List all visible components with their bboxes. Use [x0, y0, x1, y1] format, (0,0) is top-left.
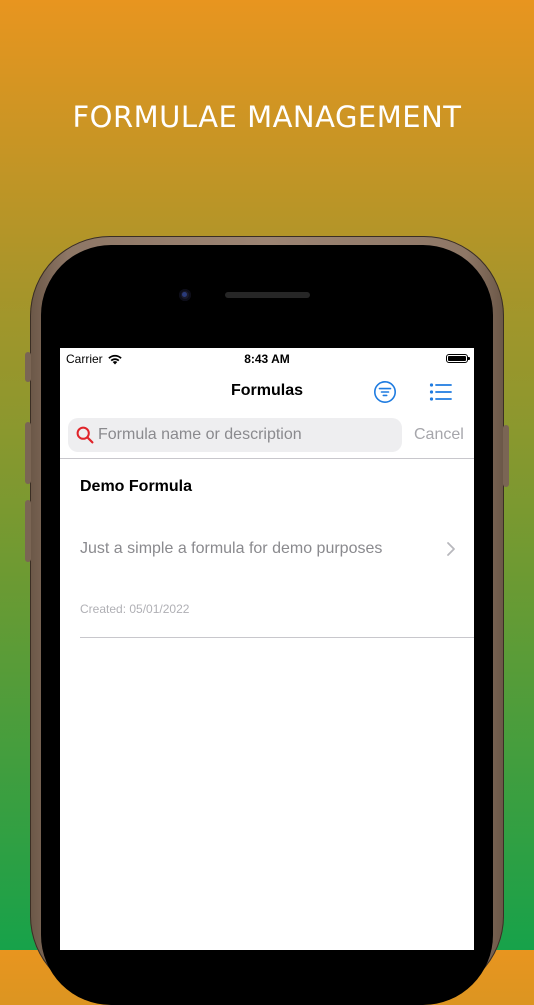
list-view-button[interactable] [428, 379, 454, 405]
mute-switch [25, 352, 31, 382]
front-camera [179, 289, 191, 301]
filter-button[interactable] [372, 379, 398, 405]
chevron-right-icon [447, 542, 455, 556]
list-item[interactable]: Demo Formula Just a simple a formula for… [80, 458, 474, 638]
promo-headline: FORMULAE MANAGEMENT [72, 100, 462, 134]
status-time: 8:43 AM [244, 352, 290, 366]
power-button [503, 425, 509, 487]
volume-down-button [25, 500, 31, 562]
battery-icon [446, 354, 470, 363]
search-field[interactable] [68, 418, 402, 452]
search-icon [76, 426, 94, 444]
volume-up-button [25, 422, 31, 484]
list-bullet-icon [429, 383, 452, 401]
formula-description: Just a simple a formula for demo purpose… [80, 540, 383, 557]
earpiece-speaker [225, 292, 310, 298]
search-bar: Cancel [60, 414, 474, 459]
formula-name: Demo Formula [80, 478, 193, 495]
filter-circle-icon [374, 381, 396, 403]
nav-title: Formulas [230, 382, 303, 399]
cancel-button[interactable]: Cancel [414, 426, 464, 444]
navigation-bar: Formulas [60, 370, 474, 414]
formula-created-date: Created: 05/01/2022 [80, 602, 190, 616]
search-input[interactable] [98, 426, 388, 444]
status-bar: Carrier 8:43 AM [60, 348, 474, 370]
battery-level [448, 356, 466, 361]
app-screen: Carrier 8:43 AM Formulas Formula name or… [60, 348, 474, 950]
